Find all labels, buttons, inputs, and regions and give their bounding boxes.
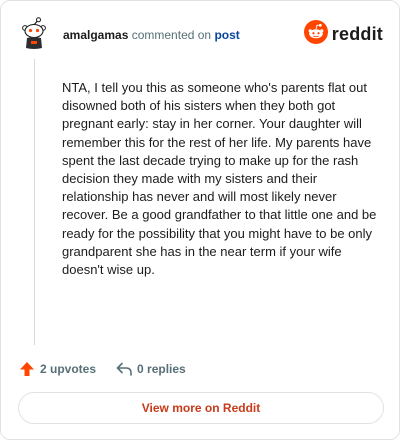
view-more-button[interactable]: View more on Reddit [18,392,384,424]
reply-arrow-icon [116,361,132,377]
comment-header: amalgamas commented on post reddit [17,17,383,51]
reddit-comment-card: amalgamas commented on post reddit NTA, … [0,0,400,440]
comment-body: NTA, I tell you this as someone who's pa… [62,80,377,278]
reddit-snoo-icon [303,19,328,49]
reddit-logo[interactable]: reddit [303,19,383,49]
thread-line [34,59,35,345]
upvote-button[interactable]: 2 upvotes [19,361,96,377]
comment-actions: 2 upvotes 0 replies [19,359,186,379]
snoo-avatar-icon[interactable] [17,17,51,51]
replies-button[interactable]: 0 replies [116,361,186,377]
commented-on-text: commented on [131,28,212,42]
upvote-count: 2 upvotes [40,362,97,376]
post-link[interactable]: post [214,28,239,42]
upvote-arrow-icon [19,361,35,377]
comment-meta: amalgamas commented on post [63,27,240,43]
reddit-wordmark: reddit [331,23,383,44]
reply-count: 0 replies [137,362,186,376]
username-link[interactable]: amalgamas [63,28,128,42]
